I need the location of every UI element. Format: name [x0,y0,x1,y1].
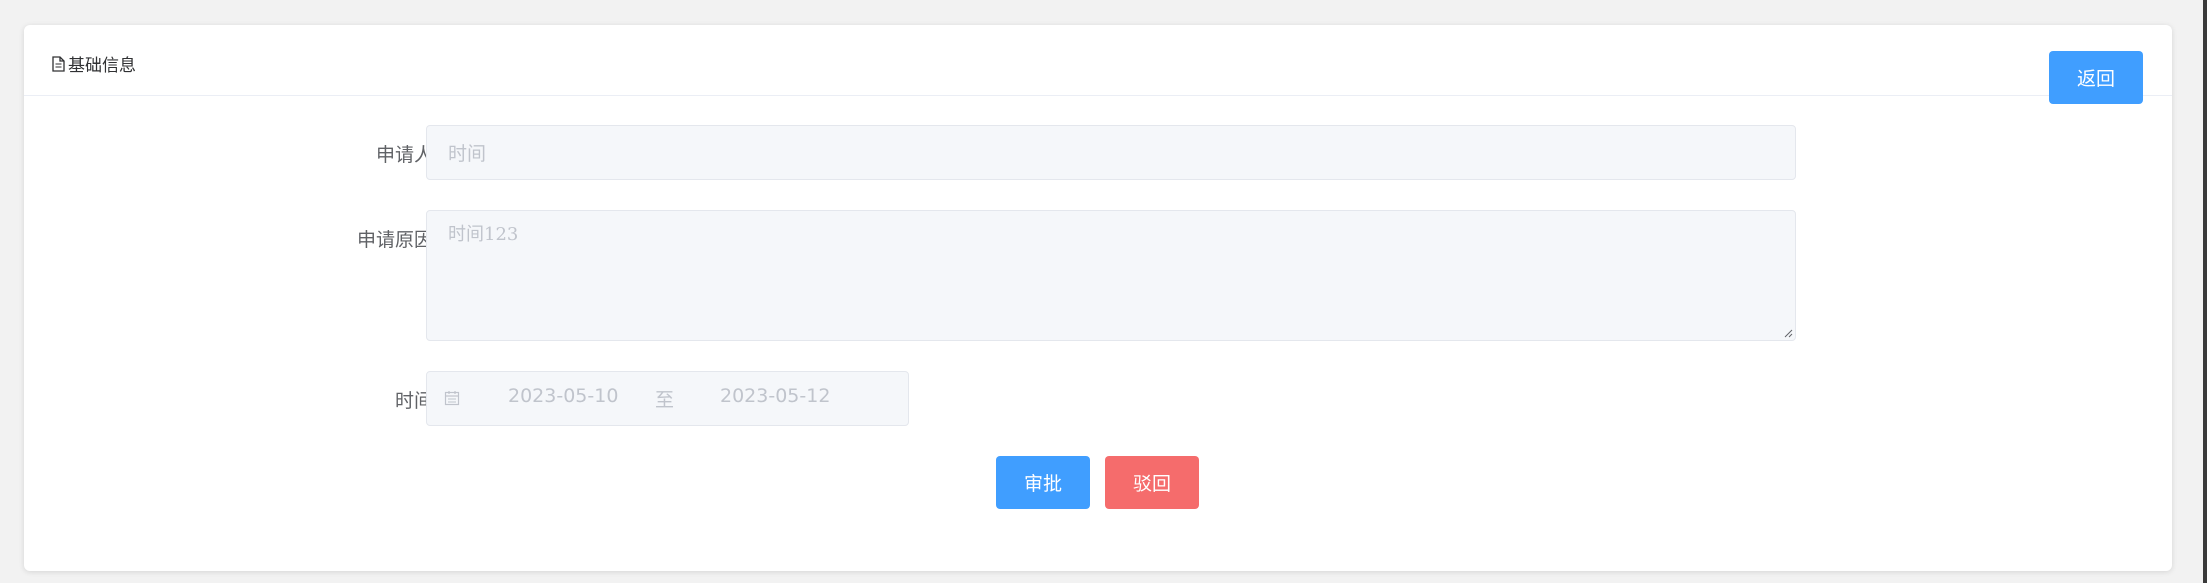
reason-value: 时间123 [448,224,519,245]
date-range-picker[interactable]: 2023-05-10 至 2023-05-12 [426,371,909,426]
end-date: 2023-05-12 [720,385,831,407]
window-edge [2203,0,2207,583]
applicant-input[interactable]: 时间 [426,125,1796,180]
range-separator: 至 [655,389,675,411]
document-icon [52,55,65,72]
start-date: 2023-05-10 [508,385,619,407]
applicant-value: 时间 [448,143,487,165]
card-title-text: 基础信息 [68,56,136,76]
applicant-label: 申请人 [375,144,433,166]
back-button[interactable]: 返回 [2049,51,2143,104]
calendar-icon [444,391,460,406]
card-title: 基础信息 [52,51,136,76]
resize-handle-icon[interactable] [1783,328,1793,338]
reason-label: 申请原因 [356,229,433,251]
card-header: 基础信息 [24,25,2172,96]
approve-button[interactable]: 审批 [996,456,1090,509]
basic-info-card: 基础信息 返回 申请人 时间 申请原因 时间123 时间 2023-05-10 … [24,25,2172,571]
reason-textarea[interactable]: 时间123 [426,210,1796,341]
reject-button[interactable]: 驳回 [1105,456,1199,509]
